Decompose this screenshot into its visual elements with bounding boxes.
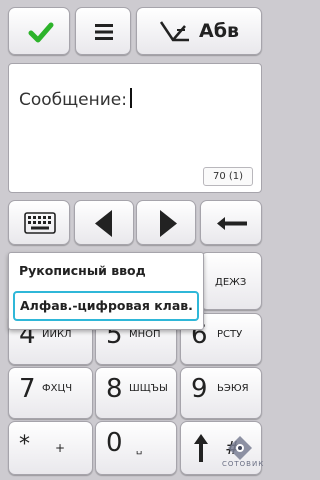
arrow-right-icon bbox=[160, 210, 177, 237]
keyboard-icon bbox=[24, 212, 56, 234]
key-9-digit: 9 bbox=[191, 374, 208, 404]
text-caret bbox=[129, 88, 132, 108]
key-4-letters: ИЙКЛ bbox=[42, 329, 72, 340]
key-8-letters: ШЩЪЫ bbox=[129, 383, 168, 394]
key-8-digit: 8 bbox=[106, 374, 123, 404]
key-star-digit: * bbox=[19, 432, 30, 457]
keyboard-button[interactable] bbox=[8, 200, 70, 245]
key-0[interactable]: 0 ␣ bbox=[95, 421, 177, 475]
key-9[interactable]: 9 ЬЭЮЯ bbox=[180, 367, 262, 419]
key-5-letters: МНОП bbox=[129, 329, 161, 340]
cursor-right-button[interactable] bbox=[136, 200, 196, 245]
shift-arrow-icon bbox=[194, 434, 208, 462]
key-3[interactable]: ДЕЖЗ bbox=[200, 252, 262, 310]
key-8[interactable]: 8 ШЩЪЫ bbox=[95, 367, 177, 419]
watermark-text: СОТОВИК bbox=[222, 460, 265, 468]
check-icon bbox=[28, 22, 54, 43]
menu-item-alphanumeric-keypad[interactable]: Алфав.-цифровая клав. bbox=[13, 291, 199, 321]
key-0-letters: ␣ bbox=[136, 444, 143, 455]
backspace-icon bbox=[217, 217, 247, 230]
message-label-text: Сообщение: bbox=[19, 90, 127, 110]
menu-item-handwriting[interactable]: Рукописный ввод bbox=[19, 263, 146, 278]
watermark-logo: СОТОВИК bbox=[222, 434, 263, 472]
menu-icon bbox=[95, 24, 113, 40]
language-label: Абв bbox=[199, 20, 239, 42]
key-3-letters: ДЕЖЗ bbox=[215, 277, 247, 288]
key-7-digit: 7 bbox=[19, 374, 36, 404]
character-counter: 70 (1) bbox=[203, 167, 253, 186]
key-7-letters: ФХЦЧ bbox=[42, 383, 73, 394]
input-method-menu: Рукописный ввод Алфав.-цифровая клав. bbox=[8, 252, 204, 330]
backspace-button[interactable] bbox=[200, 200, 262, 245]
confirm-button[interactable] bbox=[8, 7, 70, 55]
key-0-digit: 0 bbox=[106, 428, 123, 458]
cursor-left-button[interactable] bbox=[74, 200, 134, 245]
message-input[interactable]: Сообщение: 70 (1) bbox=[8, 63, 262, 193]
key-star[interactable]: * + bbox=[8, 421, 93, 475]
key-7[interactable]: 7 ФХЦЧ bbox=[8, 367, 93, 419]
key-9-letters: ЬЭЮЯ bbox=[217, 383, 249, 394]
predictive-text-icon bbox=[159, 21, 189, 42]
key-6-letters: РСТУ bbox=[217, 329, 243, 340]
menu-button[interactable] bbox=[75, 7, 131, 55]
message-label: Сообщение: bbox=[19, 88, 132, 110]
key-star-letters: + bbox=[55, 441, 66, 455]
input-language-button[interactable]: Абв bbox=[136, 7, 262, 55]
arrow-left-icon bbox=[95, 210, 112, 237]
